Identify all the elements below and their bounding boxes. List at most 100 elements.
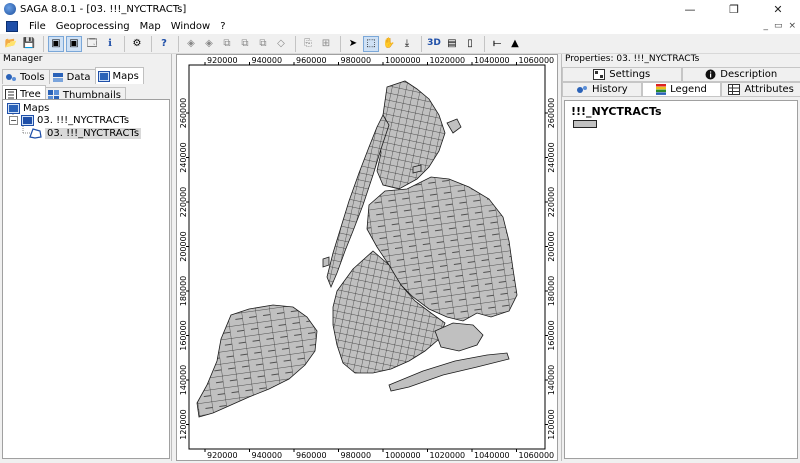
pan-tool-button[interactable]: ✋ xyxy=(381,36,397,52)
toolbar-separator xyxy=(421,36,422,52)
tree-layer-node[interactable]: 03. !!!_NYCTRACTs xyxy=(29,128,141,139)
zoom-tool-icon: ⬚ xyxy=(366,39,375,49)
x-tick-label-bottom: 980000 xyxy=(341,451,372,460)
help-button[interactable]: ? xyxy=(156,36,172,52)
window-controls: — ❐ ✕ xyxy=(668,0,800,18)
restore-button[interactable]: ❐ xyxy=(712,0,756,18)
close-button[interactable]: ✕ xyxy=(756,0,800,18)
north-arrow-icon: ▲ xyxy=(511,39,519,49)
tab-data-label: Data xyxy=(67,72,91,83)
menu-window[interactable]: Window xyxy=(166,21,215,32)
zoom-full-button[interactable]: ⧉ xyxy=(219,36,235,52)
data-source-button[interactable]: 🗔 xyxy=(84,36,100,52)
copy-map-button[interactable]: ⎘ xyxy=(300,36,316,52)
open-button[interactable]: 📂 xyxy=(3,36,19,52)
tab-description[interactable]: Description xyxy=(682,67,800,82)
layout-button[interactable]: ▤ xyxy=(444,36,460,52)
sync-maps-button[interactable]: ⊞ xyxy=(318,36,334,52)
maps-tree: Maps − 03. !!!_NYCTRACTs 03. !!!_NYCTRAC… xyxy=(2,99,170,459)
zoom-forward-button[interactable]: ◈ xyxy=(201,36,217,52)
mdi-restore-button[interactable]: ▭ xyxy=(774,21,783,31)
tree-map-node[interactable]: − 03. !!!_NYCTRACTs xyxy=(9,115,129,126)
mdi-close-button[interactable]: × xyxy=(788,21,796,31)
x-tick-label-top: 920000 xyxy=(207,56,238,65)
x-tick-label-top: 940000 xyxy=(252,56,283,65)
zoom-full-icon: ⧉ xyxy=(223,39,230,49)
zoom-tool-button[interactable]: ⬚ xyxy=(363,36,379,52)
y-tick-label-left: 240000 xyxy=(179,142,188,173)
settings-tab-icon xyxy=(593,69,605,80)
collapse-toggle-icon[interactable]: − xyxy=(9,116,18,125)
properties-toggle-button[interactable]: ▣ xyxy=(66,36,82,52)
toolbar-separator xyxy=(295,36,296,52)
minimize-button[interactable]: — xyxy=(668,0,712,18)
y-tick-label-left: 140000 xyxy=(179,365,188,396)
x-tick-label-top: 980000 xyxy=(341,56,372,65)
tab-data[interactable]: Data xyxy=(49,69,96,84)
small-island xyxy=(323,257,329,267)
menu-geoprocessing[interactable]: Geoprocessing xyxy=(51,21,135,32)
print-button[interactable]: ▯ xyxy=(462,36,478,52)
info-button[interactable]: ℹ xyxy=(102,36,118,52)
pan-down-icon: ⤓ xyxy=(405,39,409,49)
properties-title: Properties: 03. !!!_NYCTRACTs xyxy=(562,54,800,65)
menu-map[interactable]: Map xyxy=(135,21,166,32)
manager-tabs: Tools Data Maps xyxy=(0,67,171,84)
x-tick-label-bottom: 960000 xyxy=(296,451,327,460)
tab-history[interactable]: History xyxy=(562,82,642,97)
y-tick-label-right: 140000 xyxy=(547,365,556,396)
manager-title: Manager xyxy=(0,54,171,65)
y-ruler-left: 2600002400002200002000001800001600001400… xyxy=(179,98,189,440)
menu-help[interactable]: ? xyxy=(215,21,230,32)
toolbar-separator xyxy=(124,36,125,52)
north-arrow-button[interactable]: ▲ xyxy=(507,36,523,52)
tab-attributes[interactable]: Attributes xyxy=(721,82,800,97)
x-tick-label-bottom: 1020000 xyxy=(430,451,466,460)
select-arrow-button[interactable]: ➤ xyxy=(345,36,361,52)
tab-tools-label: Tools xyxy=(20,72,45,83)
toolbar-separator xyxy=(43,36,44,52)
y-tick-label-right: 240000 xyxy=(547,142,556,173)
tab-history-label: History xyxy=(592,84,628,95)
legend-layer-title: !!!_NYCTRACTs xyxy=(571,105,662,118)
map-view[interactable]: 9200009400009600009800001000000102000010… xyxy=(176,54,558,461)
map-canvas[interactable]: 9200009400009600009800001000000102000010… xyxy=(177,55,557,460)
zoom-back-button[interactable]: ◈ xyxy=(183,36,199,52)
tree-map-label: 03. !!!_NYCTRACTs xyxy=(37,115,129,126)
subtab-tree-label: Tree xyxy=(20,89,41,100)
attributes-tab-icon xyxy=(728,84,740,95)
tab-maps[interactable]: Maps xyxy=(95,67,144,84)
tab-legend-label: Legend xyxy=(670,84,707,95)
tab-tools[interactable]: Tools xyxy=(2,69,50,84)
save-button[interactable]: 💾 xyxy=(21,36,37,52)
manager-panel: Manager Tools Data Maps Tree Thumbnails … xyxy=(0,54,172,461)
x-tick-label-top: 1040000 xyxy=(474,56,510,65)
tab-legend[interactable]: Legend xyxy=(642,82,722,97)
toolbar-separator xyxy=(178,36,179,52)
manager-toggle-icon: ▣ xyxy=(51,39,60,49)
x-tick-label-bottom: 1040000 xyxy=(474,451,510,460)
3d-view-button[interactable]: 3D xyxy=(426,36,442,52)
polygon-layer-icon xyxy=(29,128,42,139)
tab-settings[interactable]: Settings xyxy=(562,67,682,82)
y-tick-label-right: 180000 xyxy=(547,276,556,307)
scale-bar-button[interactable]: ⟝ xyxy=(489,36,505,52)
zoom-selection-icon: ⧉ xyxy=(259,39,266,49)
menu-file[interactable]: File xyxy=(24,21,51,32)
y-tick-label-left: 220000 xyxy=(179,187,188,218)
select-arrow-icon: ➤ xyxy=(349,39,357,49)
mdi-minimize-button[interactable]: _ xyxy=(763,21,768,31)
data-source-icon: 🗔 xyxy=(87,39,98,49)
map-document-icon[interactable] xyxy=(6,21,18,32)
zoom-selection-button[interactable]: ⧉ xyxy=(255,36,271,52)
zoom-layer-button[interactable]: ⧉ xyxy=(237,36,253,52)
tools-button[interactable]: ⚙ xyxy=(129,36,145,52)
save-icon: 💾 xyxy=(23,39,35,49)
manager-toggle-button[interactable]: ▣ xyxy=(48,36,64,52)
properties-panel: Properties: 03. !!!_NYCTRACTs Settings D… xyxy=(561,54,800,461)
zoom-extent-button[interactable]: ◇ xyxy=(273,36,289,52)
zoom-forward-icon: ◈ xyxy=(205,39,213,49)
pan-down-button[interactable]: ⤓ xyxy=(399,36,415,52)
properties-tabs-row2: History Legend Attributes xyxy=(562,82,800,97)
x-tick-label-top: 1060000 xyxy=(519,56,555,65)
